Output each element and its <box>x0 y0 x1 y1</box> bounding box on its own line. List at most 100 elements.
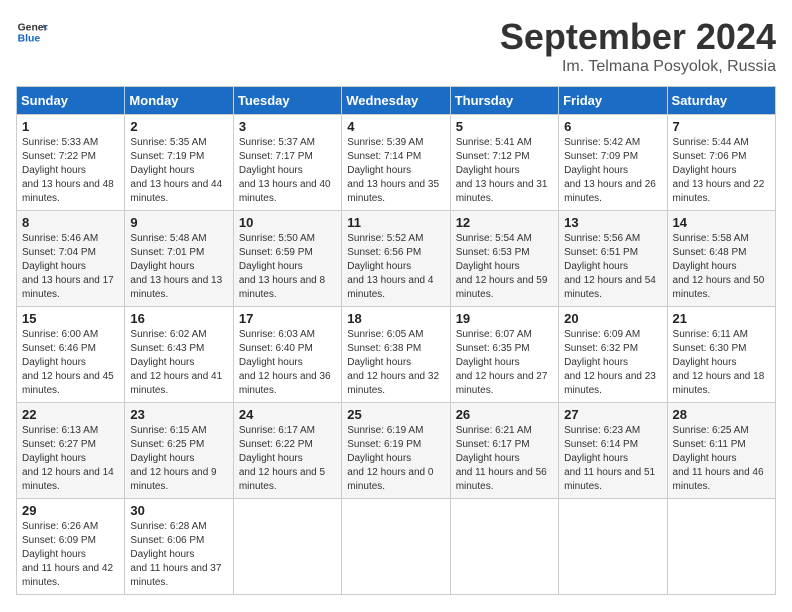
day-info: Sunrise: 5:48 AMSunset: 7:01 PMDaylight … <box>130 233 222 300</box>
day-number: 10 <box>239 215 336 230</box>
day-info: Sunrise: 6:28 AMSunset: 6:06 PMDaylight … <box>130 521 221 588</box>
table-row: 25 Sunrise: 6:19 AMSunset: 6:19 PMDaylig… <box>342 403 450 499</box>
day-number: 28 <box>673 407 770 422</box>
day-info: Sunrise: 5:46 AMSunset: 7:04 PMDaylight … <box>22 233 114 300</box>
table-row <box>559 499 667 595</box>
table-row: 5 Sunrise: 5:41 AMSunset: 7:12 PMDayligh… <box>450 115 558 211</box>
header-row: Sunday Monday Tuesday Wednesday Thursday… <box>17 87 776 115</box>
table-row: 3 Sunrise: 5:37 AMSunset: 7:17 PMDayligh… <box>233 115 341 211</box>
table-row: 29 Sunrise: 6:26 AMSunset: 6:09 PMDaylig… <box>17 499 125 595</box>
day-info: Sunrise: 6:07 AMSunset: 6:35 PMDaylight … <box>456 329 548 396</box>
day-info: Sunrise: 6:26 AMSunset: 6:09 PMDaylight … <box>22 521 113 588</box>
calendar-row: 8 Sunrise: 5:46 AMSunset: 7:04 PMDayligh… <box>17 211 776 307</box>
table-row: 11 Sunrise: 5:52 AMSunset: 6:56 PMDaylig… <box>342 211 450 307</box>
table-row: 26 Sunrise: 6:21 AMSunset: 6:17 PMDaylig… <box>450 403 558 499</box>
day-info: Sunrise: 5:58 AMSunset: 6:48 PMDaylight … <box>673 233 765 300</box>
logo-icon: General Blue <box>16 16 48 48</box>
day-number: 20 <box>564 311 661 326</box>
table-row: 19 Sunrise: 6:07 AMSunset: 6:35 PMDaylig… <box>450 307 558 403</box>
table-row: 7 Sunrise: 5:44 AMSunset: 7:06 PMDayligh… <box>667 115 775 211</box>
table-row <box>233 499 341 595</box>
table-row: 2 Sunrise: 5:35 AMSunset: 7:19 PMDayligh… <box>125 115 233 211</box>
table-row: 9 Sunrise: 5:48 AMSunset: 7:01 PMDayligh… <box>125 211 233 307</box>
day-number: 6 <box>564 119 661 134</box>
day-number: 23 <box>130 407 227 422</box>
calendar-row: 1 Sunrise: 5:33 AMSunset: 7:22 PMDayligh… <box>17 115 776 211</box>
table-row: 28 Sunrise: 6:25 AMSunset: 6:11 PMDaylig… <box>667 403 775 499</box>
day-number: 27 <box>564 407 661 422</box>
day-info: Sunrise: 6:00 AMSunset: 6:46 PMDaylight … <box>22 329 114 396</box>
day-number: 14 <box>673 215 770 230</box>
month-title: September 2024 <box>500 16 776 58</box>
svg-text:Blue: Blue <box>18 34 41 45</box>
calendar-row: 15 Sunrise: 6:00 AMSunset: 6:46 PMDaylig… <box>17 307 776 403</box>
table-row: 21 Sunrise: 6:11 AMSunset: 6:30 PMDaylig… <box>667 307 775 403</box>
day-info: Sunrise: 5:44 AMSunset: 7:06 PMDaylight … <box>673 137 765 204</box>
day-info: Sunrise: 5:39 AMSunset: 7:14 PMDaylight … <box>347 137 439 204</box>
table-row: 12 Sunrise: 5:54 AMSunset: 6:53 PMDaylig… <box>450 211 558 307</box>
day-number: 12 <box>456 215 553 230</box>
svg-text:General: General <box>18 22 48 33</box>
table-row: 24 Sunrise: 6:17 AMSunset: 6:22 PMDaylig… <box>233 403 341 499</box>
table-row: 17 Sunrise: 6:03 AMSunset: 6:40 PMDaylig… <box>233 307 341 403</box>
table-row: 30 Sunrise: 6:28 AMSunset: 6:06 PMDaylig… <box>125 499 233 595</box>
table-row: 8 Sunrise: 5:46 AMSunset: 7:04 PMDayligh… <box>17 211 125 307</box>
table-row: 23 Sunrise: 6:15 AMSunset: 6:25 PMDaylig… <box>125 403 233 499</box>
col-monday: Monday <box>125 87 233 115</box>
table-row: 1 Sunrise: 5:33 AMSunset: 7:22 PMDayligh… <box>17 115 125 211</box>
day-info: Sunrise: 6:23 AMSunset: 6:14 PMDaylight … <box>564 425 655 492</box>
logo: General Blue <box>16 16 48 48</box>
day-number: 25 <box>347 407 444 422</box>
day-info: Sunrise: 5:42 AMSunset: 7:09 PMDaylight … <box>564 137 656 204</box>
day-info: Sunrise: 6:21 AMSunset: 6:17 PMDaylight … <box>456 425 547 492</box>
col-tuesday: Tuesday <box>233 87 341 115</box>
day-info: Sunrise: 6:17 AMSunset: 6:22 PMDaylight … <box>239 425 325 492</box>
table-row <box>342 499 450 595</box>
day-number: 15 <box>22 311 119 326</box>
day-number: 3 <box>239 119 336 134</box>
day-number: 22 <box>22 407 119 422</box>
day-info: Sunrise: 6:15 AMSunset: 6:25 PMDaylight … <box>130 425 216 492</box>
day-info: Sunrise: 6:09 AMSunset: 6:32 PMDaylight … <box>564 329 656 396</box>
day-info: Sunrise: 5:41 AMSunset: 7:12 PMDaylight … <box>456 137 548 204</box>
col-saturday: Saturday <box>667 87 775 115</box>
day-number: 7 <box>673 119 770 134</box>
day-number: 13 <box>564 215 661 230</box>
table-row: 27 Sunrise: 6:23 AMSunset: 6:14 PMDaylig… <box>559 403 667 499</box>
table-row <box>450 499 558 595</box>
table-row: 14 Sunrise: 5:58 AMSunset: 6:48 PMDaylig… <box>667 211 775 307</box>
table-row: 16 Sunrise: 6:02 AMSunset: 6:43 PMDaylig… <box>125 307 233 403</box>
day-number: 19 <box>456 311 553 326</box>
day-info: Sunrise: 6:05 AMSunset: 6:38 PMDaylight … <box>347 329 439 396</box>
day-info: Sunrise: 6:19 AMSunset: 6:19 PMDaylight … <box>347 425 433 492</box>
day-number: 30 <box>130 503 227 518</box>
table-row: 10 Sunrise: 5:50 AMSunset: 6:59 PMDaylig… <box>233 211 341 307</box>
table-row: 20 Sunrise: 6:09 AMSunset: 6:32 PMDaylig… <box>559 307 667 403</box>
day-number: 29 <box>22 503 119 518</box>
day-info: Sunrise: 5:50 AMSunset: 6:59 PMDaylight … <box>239 233 325 300</box>
day-number: 2 <box>130 119 227 134</box>
table-row: 18 Sunrise: 6:05 AMSunset: 6:38 PMDaylig… <box>342 307 450 403</box>
day-info: Sunrise: 6:11 AMSunset: 6:30 PMDaylight … <box>673 329 765 396</box>
day-info: Sunrise: 5:52 AMSunset: 6:56 PMDaylight … <box>347 233 433 300</box>
page-header: General Blue September 2024 Im. Telmana … <box>16 16 776 76</box>
day-number: 21 <box>673 311 770 326</box>
day-number: 16 <box>130 311 227 326</box>
col-thursday: Thursday <box>450 87 558 115</box>
day-number: 18 <box>347 311 444 326</box>
day-number: 5 <box>456 119 553 134</box>
location-title: Im. Telmana Posyolok, Russia <box>500 58 776 76</box>
day-info: Sunrise: 5:33 AMSunset: 7:22 PMDaylight … <box>22 137 114 204</box>
day-info: Sunrise: 5:37 AMSunset: 7:17 PMDaylight … <box>239 137 331 204</box>
day-info: Sunrise: 6:13 AMSunset: 6:27 PMDaylight … <box>22 425 114 492</box>
day-number: 24 <box>239 407 336 422</box>
table-row: 15 Sunrise: 6:00 AMSunset: 6:46 PMDaylig… <box>17 307 125 403</box>
col-sunday: Sunday <box>17 87 125 115</box>
day-number: 1 <box>22 119 119 134</box>
table-row: 4 Sunrise: 5:39 AMSunset: 7:14 PMDayligh… <box>342 115 450 211</box>
day-number: 9 <box>130 215 227 230</box>
day-info: Sunrise: 6:25 AMSunset: 6:11 PMDaylight … <box>673 425 764 492</box>
table-row: 22 Sunrise: 6:13 AMSunset: 6:27 PMDaylig… <box>17 403 125 499</box>
day-info: Sunrise: 6:03 AMSunset: 6:40 PMDaylight … <box>239 329 331 396</box>
day-info: Sunrise: 5:54 AMSunset: 6:53 PMDaylight … <box>456 233 548 300</box>
